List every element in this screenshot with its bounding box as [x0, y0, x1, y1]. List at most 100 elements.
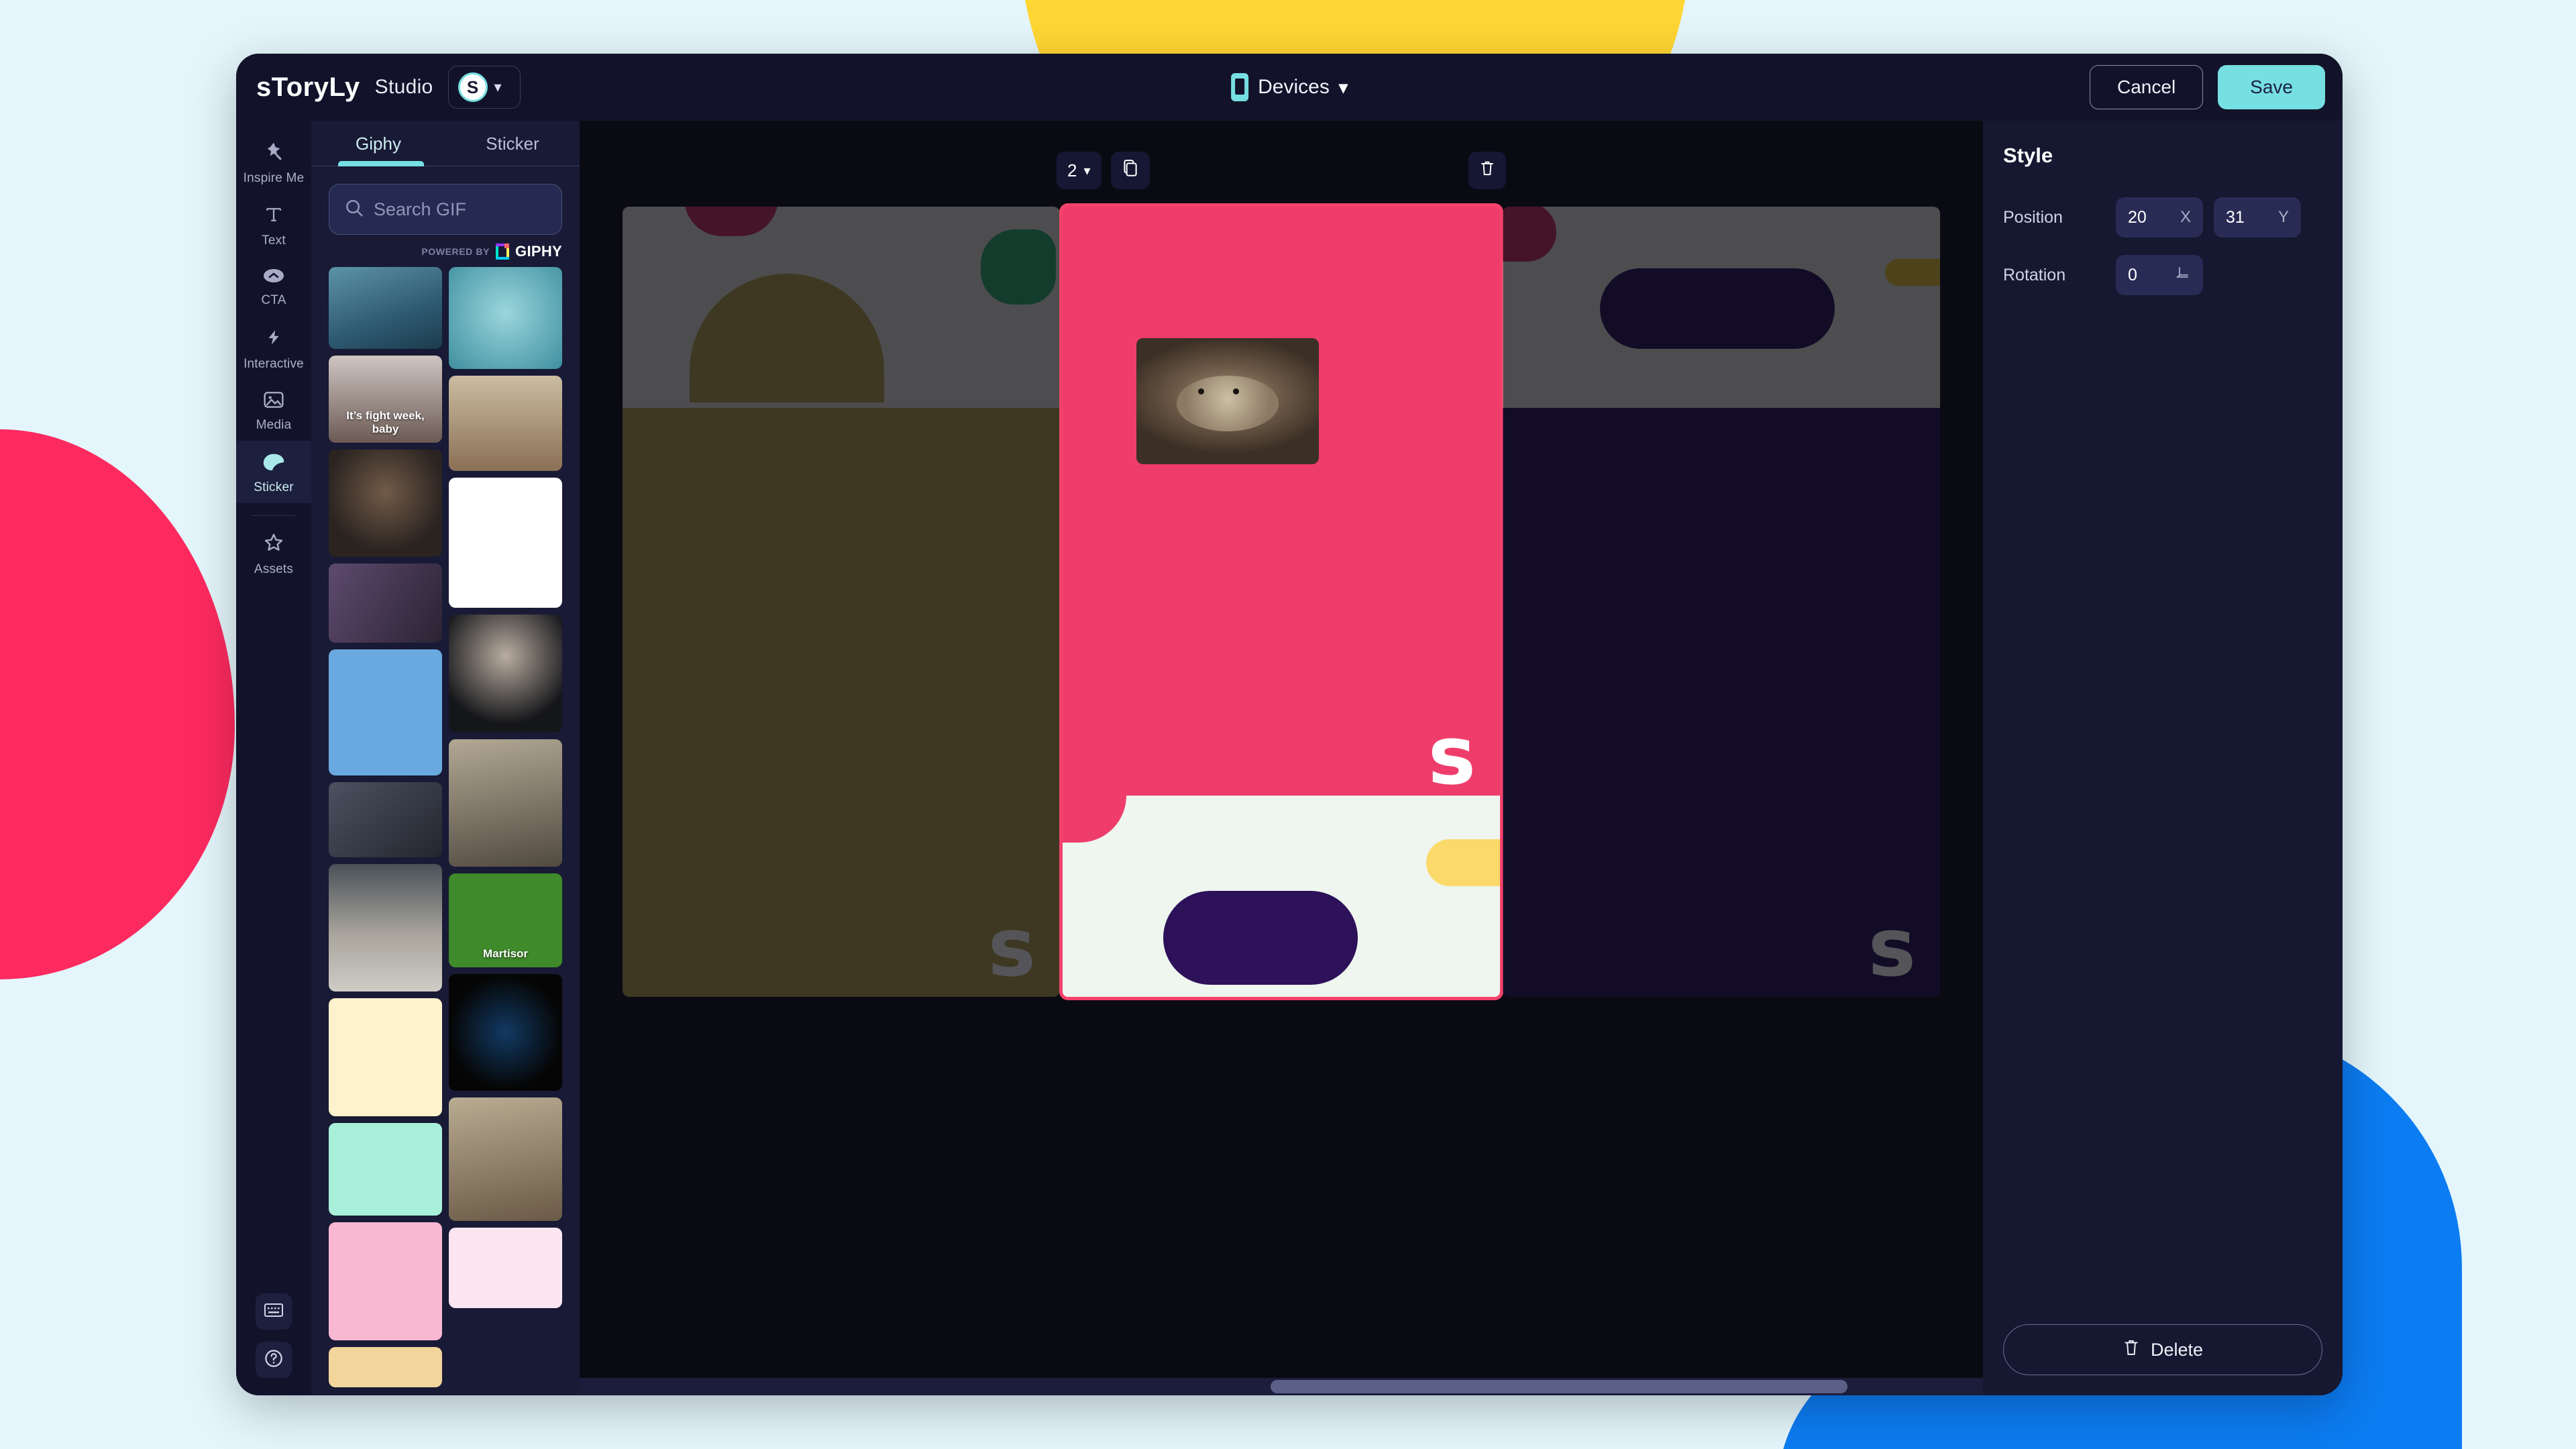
position-y-unit: Y: [2278, 208, 2289, 227]
giphy-logo-icon: [496, 244, 509, 260]
gif-item[interactable]: [329, 564, 442, 643]
tab-sticker[interactable]: Sticker: [445, 121, 580, 166]
gif-caption: It’s fight week, baby: [334, 409, 437, 436]
card-shape-purple-blob: [1163, 891, 1358, 985]
sidebar-item-inspire-me[interactable]: Inspire Me: [236, 130, 311, 194]
card-shape-yellow: [1426, 839, 1500, 886]
layer-selector[interactable]: 2 ▾: [1057, 152, 1102, 189]
gif-item[interactable]: [449, 1228, 562, 1308]
studio-label: Studio: [375, 76, 433, 99]
story-card-previous[interactable]: s: [623, 207, 1060, 997]
gif-item[interactable]: [449, 614, 562, 733]
page-title: Style: [2003, 144, 2322, 168]
topbar-actions: Cancel Save: [2090, 65, 2325, 109]
sidebar-item-assets[interactable]: Assets: [236, 521, 311, 585]
gif-item[interactable]: [449, 1097, 562, 1221]
delete-label: Delete: [2151, 1340, 2203, 1360]
chevron-down-icon: ▾: [1083, 162, 1090, 179]
copy-icon: [1122, 159, 1139, 182]
sidebar-item-label: Interactive: [244, 357, 304, 372]
gif-item[interactable]: Martisor: [449, 873, 562, 967]
text-icon: [264, 205, 284, 227]
position-x-input[interactable]: 20 X: [2116, 197, 2203, 237]
story-card-next[interactable]: s: [1503, 207, 1940, 997]
trash-icon: [2123, 1338, 2140, 1362]
gif-grid-scroll[interactable]: It’s fight week, baby: [311, 267, 580, 1395]
story-card-selected[interactable]: s: [1063, 207, 1500, 997]
gif-item[interactable]: [329, 998, 442, 1116]
sidebar-item-cta[interactable]: CTA: [236, 256, 311, 316]
workspace-switcher[interactable]: S ▾: [448, 66, 521, 109]
gif-item[interactable]: [329, 1347, 442, 1387]
rotation-input[interactable]: 0: [2116, 255, 2203, 295]
duplicate-button[interactable]: [1111, 152, 1150, 189]
tab-giphy[interactable]: Giphy: [311, 121, 445, 166]
position-x-value: 20: [2128, 208, 2147, 227]
gif-item[interactable]: [449, 267, 562, 369]
horizontal-scrollbar[interactable]: [580, 1378, 1983, 1395]
image-icon: [263, 390, 284, 412]
gif-item[interactable]: [329, 1222, 442, 1340]
gif-column-right: Martisor: [449, 267, 562, 1387]
topbar: sToryLy Studio S ▾ Devices ▾ Cancel Save: [236, 54, 2343, 121]
sidebar-item-label: Media: [256, 418, 292, 433]
devices-dropdown[interactable]: Devices ▾: [1231, 73, 1348, 101]
logo-text: sToryLy: [256, 74, 360, 101]
help-icon: [264, 1348, 284, 1372]
active-tab-indicator: [338, 161, 424, 166]
storyly-logo[interactable]: sToryLy: [256, 74, 360, 101]
keyboard-shortcuts-button[interactable]: [256, 1293, 292, 1330]
gif-item[interactable]: [329, 864, 442, 991]
gif-item[interactable]: [449, 739, 562, 867]
sidebar-item-text[interactable]: Text: [236, 194, 311, 256]
panel-tabs: Giphy Sticker: [311, 121, 580, 166]
canvas-toolbar: 2 ▾: [1057, 152, 1506, 189]
scrollbar-thumb[interactable]: [1271, 1380, 1847, 1393]
giphy-panel: Giphy Sticker Search GIF POWERED BY: [311, 121, 580, 1395]
help-button[interactable]: [256, 1342, 292, 1378]
style-panel: Style Position 20 X 31 Y Rotation 0: [1983, 121, 2343, 1395]
gif-item[interactable]: [329, 782, 442, 857]
position-y-input[interactable]: 31 Y: [2214, 197, 2301, 237]
trash-icon: [1479, 159, 1495, 182]
brand-watermark: s: [1428, 724, 1476, 789]
rotation-label: Rotation: [2003, 266, 2116, 285]
brand-watermark: s: [988, 916, 1036, 981]
rail-bottom-actions: [256, 1293, 292, 1395]
devices-label: Devices: [1258, 76, 1330, 99]
gif-caption: Martisor: [454, 947, 557, 961]
sidebar-item-media[interactable]: Media: [236, 380, 311, 441]
card-shape-green: [981, 229, 1056, 305]
gif-item[interactable]: [329, 649, 442, 775]
gif-column-left: It’s fight week, baby: [329, 267, 442, 1387]
sidebar-item-label: Text: [262, 233, 286, 248]
tool-rail: Inspire Me Text CTA: [236, 121, 311, 1395]
save-button[interactable]: Save: [2218, 65, 2325, 109]
gif-grid: It’s fight week, baby: [329, 267, 562, 1387]
gif-item[interactable]: [449, 478, 562, 608]
chevron-down-icon: ▾: [1339, 77, 1348, 98]
cancel-button[interactable]: Cancel: [2090, 65, 2203, 109]
gif-item[interactable]: [329, 449, 442, 557]
avatar: S: [458, 72, 488, 102]
gif-item[interactable]: [449, 376, 562, 471]
gif-item[interactable]: It’s fight week, baby: [329, 356, 442, 443]
chevron-down-icon: ▾: [494, 80, 502, 95]
gif-item[interactable]: [329, 1123, 442, 1216]
keyboard-shortcuts-icon: [264, 1302, 284, 1322]
kitten-sticker[interactable]: [1136, 338, 1319, 464]
kitten-body: [1177, 376, 1279, 431]
rotation-value: 0: [2128, 266, 2137, 285]
sidebar-item-sticker[interactable]: Sticker: [236, 441, 311, 503]
rotation-angle-icon: [2175, 265, 2191, 286]
position-x-unit: X: [2180, 208, 2191, 227]
gif-item[interactable]: [449, 974, 562, 1091]
sticker-icon: [262, 451, 285, 474]
search-input[interactable]: Search GIF: [329, 184, 562, 235]
delete-element-button[interactable]: [1468, 152, 1506, 189]
sidebar-item-label: Sticker: [254, 480, 293, 495]
sidebar-item-label: Inspire Me: [244, 171, 305, 186]
delete-button[interactable]: Delete: [2003, 1324, 2322, 1375]
sidebar-item-interactive[interactable]: Interactive: [236, 316, 311, 380]
gif-item[interactable]: [329, 267, 442, 349]
